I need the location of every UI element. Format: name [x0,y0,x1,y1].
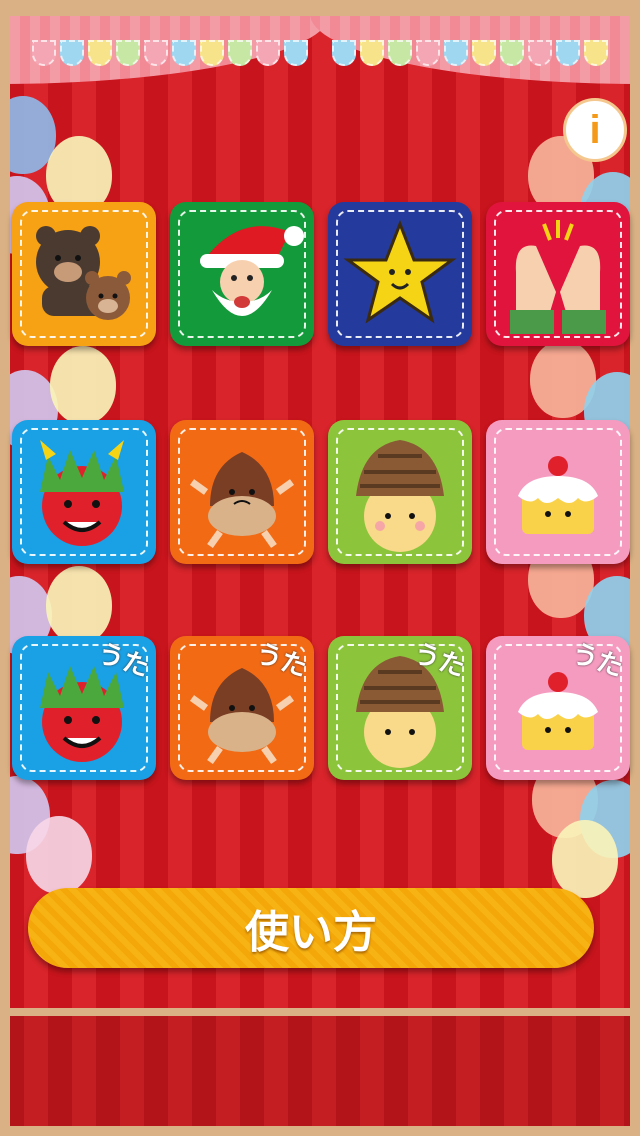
tile-acorn-kid[interactable] [328,420,472,564]
star-icon [343,219,457,324]
how-to-use-label: 使い方 [245,907,377,958]
tile-cake-song[interactable]: うた [486,636,630,780]
tile-cake[interactable] [486,420,630,564]
clapping-hands-icon [510,220,606,334]
tile-clapping-hands[interactable] [486,202,630,346]
how-to-use-button[interactable]: 使い方 [28,888,594,968]
info-button[interactable]: i [563,98,627,162]
santa-icon [200,226,304,316]
tile-bears[interactable] [12,202,156,346]
tile-star[interactable] [328,202,472,346]
info-icon: i [589,107,601,152]
tile-red-oni-song[interactable]: うた [12,636,156,780]
cake-icon [518,456,598,534]
acorn-kid-icon [356,440,444,552]
tile-acorn-kid-song[interactable]: うた [328,636,472,780]
tile-santa[interactable] [170,202,314,346]
tile-chestnut-song[interactable]: うた [170,636,314,780]
bears-icon [36,226,131,320]
red-oni-icon [40,440,124,546]
tile-red-oni[interactable] [12,420,156,564]
tile-chestnut[interactable] [170,420,314,564]
chestnut-icon [189,452,295,549]
